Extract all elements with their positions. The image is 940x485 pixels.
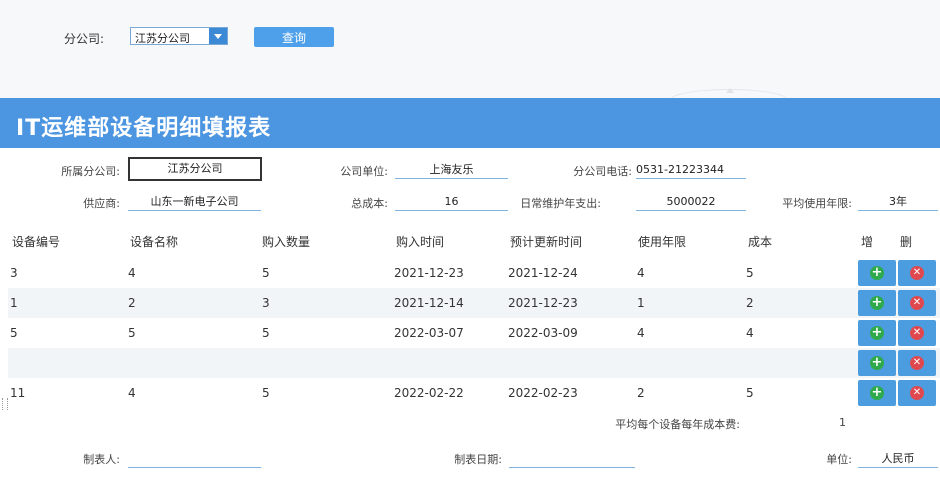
resize-handle[interactable]: [2, 398, 8, 410]
cell-years: 1: [637, 296, 645, 310]
plus-icon: +: [870, 265, 884, 280]
avg-cost-label: 平均每个设备每年成本费:: [615, 418, 740, 431]
delete-row-button[interactable]: ✕: [898, 350, 936, 376]
currency-field[interactable]: 人民币: [858, 451, 938, 468]
delete-row-button[interactable]: ✕: [898, 320, 936, 346]
col-header-delete: 删: [900, 235, 913, 249]
col-header-id: 设备编号: [12, 235, 61, 249]
plus-icon: +: [870, 355, 884, 370]
branch-select-value: 江苏分公司: [135, 32, 190, 45]
supplier-label: 供应商:: [83, 197, 120, 210]
table-row: 5 5 5 2022-03-07 2022-03-09 4 4 + ✕: [8, 318, 940, 348]
cell-name: 4: [128, 266, 136, 280]
cell-id: 5: [10, 326, 18, 340]
col-header-add: 增: [861, 235, 874, 249]
cell-update-date: 2022-02-23: [508, 386, 578, 400]
cell-quantity: 3: [262, 296, 270, 310]
unit-field[interactable]: 上海友乐: [395, 162, 508, 179]
maintenance-label: 日常维护年支出:: [520, 197, 601, 210]
close-icon: ✕: [910, 296, 924, 310]
cell-name: 5: [128, 326, 136, 340]
cell-cost: 5: [746, 386, 754, 400]
cell-cost: 5: [746, 266, 754, 280]
plus-icon: +: [870, 295, 884, 310]
branch-select[interactable]: 江苏分公司: [130, 27, 228, 45]
avg-years-label: 平均使用年限:: [782, 197, 852, 210]
cell-quantity: 5: [262, 266, 270, 280]
maker-label: 制表人:: [83, 453, 120, 466]
cell-update-date: 2021-12-23: [508, 296, 578, 310]
plus-icon: +: [870, 385, 884, 400]
table-row: 3 4 5 2021-12-23 2021-12-24 4 5 + ✕: [8, 258, 940, 288]
cell-quantity: 5: [262, 326, 270, 340]
total-cost-field[interactable]: 16: [395, 194, 508, 211]
table-row: 11 4 5 2022-02-22 2022-02-23 2 5 + ✕: [8, 378, 940, 408]
maker-field[interactable]: [128, 451, 261, 468]
avg-cost-value: 1: [839, 416, 846, 429]
col-header-years: 使用年限: [638, 235, 687, 249]
delete-row-button[interactable]: ✕: [898, 380, 936, 406]
cell-update-date: 2022-03-09: [508, 326, 578, 340]
col-header-name: 设备名称: [130, 235, 179, 249]
close-icon: ✕: [910, 386, 924, 400]
add-row-button[interactable]: +: [858, 290, 896, 316]
cell-id: 1: [10, 296, 18, 310]
col-header-cost: 成本: [748, 235, 773, 249]
cell-id: 11: [10, 386, 26, 400]
cell-purchase-date: 2022-02-22: [394, 386, 464, 400]
cell-years: 4: [637, 266, 645, 280]
add-row-button[interactable]: +: [858, 260, 896, 286]
cell-years: 4: [637, 326, 645, 340]
supplier-field[interactable]: 山东一新电子公司: [128, 194, 261, 211]
cell-purchase-date: 2022-03-07: [394, 326, 464, 340]
phone-label: 分公司电话:: [573, 165, 632, 178]
add-row-button[interactable]: +: [858, 380, 896, 406]
branch-field[interactable]: 江苏分公司: [128, 157, 262, 181]
avg-years-field[interactable]: 3年: [858, 194, 938, 211]
col-header-update-date: 预计更新时间: [510, 235, 583, 249]
table-row: 1 2 3 2021-12-14 2021-12-23 1 2 + ✕: [8, 288, 940, 318]
query-button[interactable]: 查询: [254, 27, 334, 47]
col-header-purchase-date: 购入时间: [396, 235, 445, 249]
delete-row-button[interactable]: ✕: [898, 260, 936, 286]
report-header: IT运维部设备明细填报表: [0, 98, 940, 148]
cell-purchase-date: 2021-12-14: [394, 296, 464, 310]
cell-update-date: 2021-12-24: [508, 266, 578, 280]
page-title: IT运维部设备明细填报表: [16, 116, 272, 141]
close-icon: ✕: [910, 326, 924, 340]
date-field[interactable]: [509, 451, 635, 468]
close-icon: ✕: [910, 266, 924, 280]
cell-name: 4: [128, 386, 136, 400]
cell-quantity: 5: [262, 386, 270, 400]
currency-label: 单位:: [826, 453, 852, 466]
add-row-button[interactable]: +: [858, 320, 896, 346]
cell-cost: 4: [746, 326, 754, 340]
table-row: + ✕: [8, 348, 940, 378]
cell-name: 2: [128, 296, 136, 310]
branch-label: 所属分公司:: [61, 165, 120, 178]
maintenance-field[interactable]: 5000022: [636, 194, 746, 211]
date-label: 制表日期:: [454, 453, 502, 466]
plus-icon: +: [870, 325, 884, 340]
cell-cost: 2: [746, 296, 754, 310]
unit-label: 公司单位:: [340, 165, 388, 178]
delete-row-button[interactable]: ✕: [898, 290, 936, 316]
close-icon: ✕: [910, 356, 924, 370]
cell-years: 2: [637, 386, 645, 400]
branch-filter-label: 分公司:: [64, 32, 105, 46]
add-row-button[interactable]: +: [858, 350, 896, 376]
col-header-quantity: 购入数量: [262, 235, 311, 249]
cell-id: 3: [10, 266, 18, 280]
total-cost-label: 总成本:: [351, 197, 388, 210]
chevron-down-icon[interactable]: [209, 28, 227, 44]
phone-field[interactable]: 0531-21223344: [636, 162, 746, 179]
decorative-triangle-icon: [726, 88, 734, 93]
filter-bar: 分公司: 江苏分公司 查询: [0, 0, 940, 111]
cell-purchase-date: 2021-12-23: [394, 266, 464, 280]
